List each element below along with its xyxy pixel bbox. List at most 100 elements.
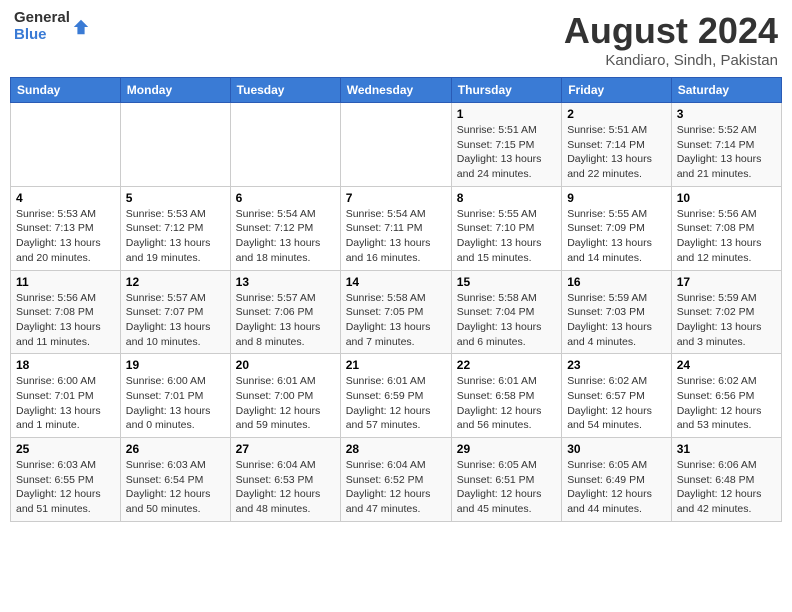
day-info: Sunrise: 5:51 AM Sunset: 7:14 PM Dayligh…: [567, 123, 666, 182]
calendar-cell: 11 Sunrise: 5:56 AM Sunset: 7:08 PM Dayli…: [11, 270, 121, 354]
calendar-week-row: 4 Sunrise: 5:53 AM Sunset: 7:13 PM Daylig…: [11, 186, 782, 270]
logo-text: General Blue: [14, 10, 70, 43]
calendar-cell: 12 Sunrise: 5:57 AM Sunset: 7:07 PM Dayli…: [120, 270, 230, 354]
logo-icon: [72, 18, 90, 36]
day-info: Sunrise: 5:55 AM Sunset: 7:09 PM Dayligh…: [567, 207, 666, 266]
day-number: 15: [457, 275, 556, 289]
day-info: Sunrise: 6:03 AM Sunset: 6:55 PM Dayligh…: [16, 458, 115, 517]
logo-general: General: [14, 10, 70, 27]
calendar-cell: 9 Sunrise: 5:55 AM Sunset: 7:09 PM Daylig…: [562, 186, 672, 270]
day-info: Sunrise: 5:53 AM Sunset: 7:13 PM Dayligh…: [16, 207, 115, 266]
calendar-header-saturday: Saturday: [671, 78, 781, 103]
calendar-header-thursday: Thursday: [451, 78, 561, 103]
day-number: 7: [346, 191, 446, 205]
calendar-cell: 18 Sunrise: 6:00 AM Sunset: 7:01 PM Dayli…: [11, 354, 121, 438]
day-number: 20: [236, 358, 335, 372]
day-info: Sunrise: 5:53 AM Sunset: 7:12 PM Dayligh…: [126, 207, 225, 266]
day-number: 9: [567, 191, 666, 205]
day-number: 16: [567, 275, 666, 289]
calendar-header-friday: Friday: [562, 78, 672, 103]
day-number: 8: [457, 191, 556, 205]
calendar-table: SundayMondayTuesdayWednesdayThursdayFrid…: [10, 77, 782, 522]
day-info: Sunrise: 5:57 AM Sunset: 7:06 PM Dayligh…: [236, 291, 335, 350]
day-info: Sunrise: 6:05 AM Sunset: 6:51 PM Dayligh…: [457, 458, 556, 517]
day-number: 18: [16, 358, 115, 372]
calendar-cell: 17 Sunrise: 5:59 AM Sunset: 7:02 PM Dayli…: [671, 270, 781, 354]
calendar-cell: 22 Sunrise: 6:01 AM Sunset: 6:58 PM Dayli…: [451, 354, 561, 438]
day-number: 26: [126, 442, 225, 456]
day-number: 22: [457, 358, 556, 372]
day-info: Sunrise: 5:55 AM Sunset: 7:10 PM Dayligh…: [457, 207, 556, 266]
day-info: Sunrise: 5:56 AM Sunset: 7:08 PM Dayligh…: [677, 207, 776, 266]
day-number: 14: [346, 275, 446, 289]
day-number: 28: [346, 442, 446, 456]
day-info: Sunrise: 5:52 AM Sunset: 7:14 PM Dayligh…: [677, 123, 776, 182]
calendar-cell: 30Sunrise: 6:05 AM Sunset: 6:49 PM Dayli…: [562, 438, 672, 522]
day-number: 4: [16, 191, 115, 205]
day-number: 12: [126, 275, 225, 289]
day-number: 5: [126, 191, 225, 205]
day-info: Sunrise: 6:00 AM Sunset: 7:01 PM Dayligh…: [16, 374, 115, 433]
calendar-cell: 29 Sunrise: 6:05 AM Sunset: 6:51 PM Dayli…: [451, 438, 561, 522]
calendar-week-row: 1 Sunrise: 5:51 AM Sunset: 7:15 PM Daylig…: [11, 103, 782, 187]
calendar-week-row: 18 Sunrise: 6:00 AM Sunset: 7:01 PM Dayli…: [11, 354, 782, 438]
calendar-cell: 4 Sunrise: 5:53 AM Sunset: 7:13 PM Daylig…: [11, 186, 121, 270]
calendar-cell: 25Sunrise: 6:03 AM Sunset: 6:55 PM Dayli…: [11, 438, 121, 522]
day-number: 19: [126, 358, 225, 372]
day-number: 13: [236, 275, 335, 289]
day-info: Sunrise: 6:02 AM Sunset: 6:56 PM Dayligh…: [677, 374, 776, 433]
calendar-cell: 6 Sunrise: 5:54 AM Sunset: 7:12 PM Daylig…: [230, 186, 340, 270]
day-number: 17: [677, 275, 776, 289]
day-info: Sunrise: 6:01 AM Sunset: 6:58 PM Dayligh…: [457, 374, 556, 433]
logo: General Blue: [14, 10, 90, 43]
day-info: Sunrise: 5:59 AM Sunset: 7:03 PM Dayligh…: [567, 291, 666, 350]
calendar-cell: 28 Sunrise: 6:04 AM Sunset: 6:52 PM Dayli…: [340, 438, 451, 522]
calendar-cell: 26Sunrise: 6:03 AM Sunset: 6:54 PM Dayli…: [120, 438, 230, 522]
day-number: 6: [236, 191, 335, 205]
day-number: 29: [457, 442, 556, 456]
day-number: 21: [346, 358, 446, 372]
calendar-week-row: 11 Sunrise: 5:56 AM Sunset: 7:08 PM Dayli…: [11, 270, 782, 354]
day-info: Sunrise: 6:02 AM Sunset: 6:57 PM Dayligh…: [567, 374, 666, 433]
day-info: Sunrise: 5:59 AM Sunset: 7:02 PM Dayligh…: [677, 291, 776, 350]
day-number: 30: [567, 442, 666, 456]
day-info: Sunrise: 6:01 AM Sunset: 6:59 PM Dayligh…: [346, 374, 446, 433]
calendar-cell: [120, 103, 230, 187]
calendar-header-row: SundayMondayTuesdayWednesdayThursdayFrid…: [11, 78, 782, 103]
calendar-cell: 21 Sunrise: 6:01 AM Sunset: 6:59 PM Dayli…: [340, 354, 451, 438]
day-info: Sunrise: 5:58 AM Sunset: 7:05 PM Dayligh…: [346, 291, 446, 350]
calendar-cell: 3 Sunrise: 5:52 AM Sunset: 7:14 PM Daylig…: [671, 103, 781, 187]
calendar-cell: 23Sunrise: 6:02 AM Sunset: 6:57 PM Dayli…: [562, 354, 672, 438]
day-info: Sunrise: 6:06 AM Sunset: 6:48 PM Dayligh…: [677, 458, 776, 517]
day-number: 3: [677, 107, 776, 121]
calendar-cell: 19 Sunrise: 6:00 AM Sunset: 7:01 PM Dayli…: [120, 354, 230, 438]
calendar-cell: 1 Sunrise: 5:51 AM Sunset: 7:15 PM Daylig…: [451, 103, 561, 187]
day-number: 11: [16, 275, 115, 289]
calendar-week-row: 25Sunrise: 6:03 AM Sunset: 6:55 PM Dayli…: [11, 438, 782, 522]
calendar-cell: 24 Sunrise: 6:02 AM Sunset: 6:56 PM Dayli…: [671, 354, 781, 438]
day-info: Sunrise: 5:57 AM Sunset: 7:07 PM Dayligh…: [126, 291, 225, 350]
day-info: Sunrise: 5:51 AM Sunset: 7:15 PM Dayligh…: [457, 123, 556, 182]
day-number: 1: [457, 107, 556, 121]
page-header: General Blue August 2024 Kandiaro, Sindh…: [10, 10, 782, 69]
calendar-cell: 5 Sunrise: 5:53 AM Sunset: 7:12 PM Daylig…: [120, 186, 230, 270]
calendar-header-monday: Monday: [120, 78, 230, 103]
day-number: 24: [677, 358, 776, 372]
calendar-cell: 14 Sunrise: 5:58 AM Sunset: 7:05 PM Dayli…: [340, 270, 451, 354]
day-info: Sunrise: 6:01 AM Sunset: 7:00 PM Dayligh…: [236, 374, 335, 433]
calendar-cell: [340, 103, 451, 187]
subtitle: Kandiaro, Sindh, Pakistan: [564, 52, 778, 69]
day-number: 2: [567, 107, 666, 121]
day-info: Sunrise: 6:04 AM Sunset: 6:53 PM Dayligh…: [236, 458, 335, 517]
day-info: Sunrise: 5:56 AM Sunset: 7:08 PM Dayligh…: [16, 291, 115, 350]
day-number: 10: [677, 191, 776, 205]
calendar-cell: 7 Sunrise: 5:54 AM Sunset: 7:11 PM Daylig…: [340, 186, 451, 270]
day-info: Sunrise: 6:04 AM Sunset: 6:52 PM Dayligh…: [346, 458, 446, 517]
day-number: 27: [236, 442, 335, 456]
calendar-cell: 2 Sunrise: 5:51 AM Sunset: 7:14 PM Daylig…: [562, 103, 672, 187]
day-info: Sunrise: 5:54 AM Sunset: 7:12 PM Dayligh…: [236, 207, 335, 266]
day-info: Sunrise: 5:54 AM Sunset: 7:11 PM Dayligh…: [346, 207, 446, 266]
title-block: August 2024 Kandiaro, Sindh, Pakistan: [564, 10, 778, 69]
day-number: 31: [677, 442, 776, 456]
day-info: Sunrise: 6:00 AM Sunset: 7:01 PM Dayligh…: [126, 374, 225, 433]
